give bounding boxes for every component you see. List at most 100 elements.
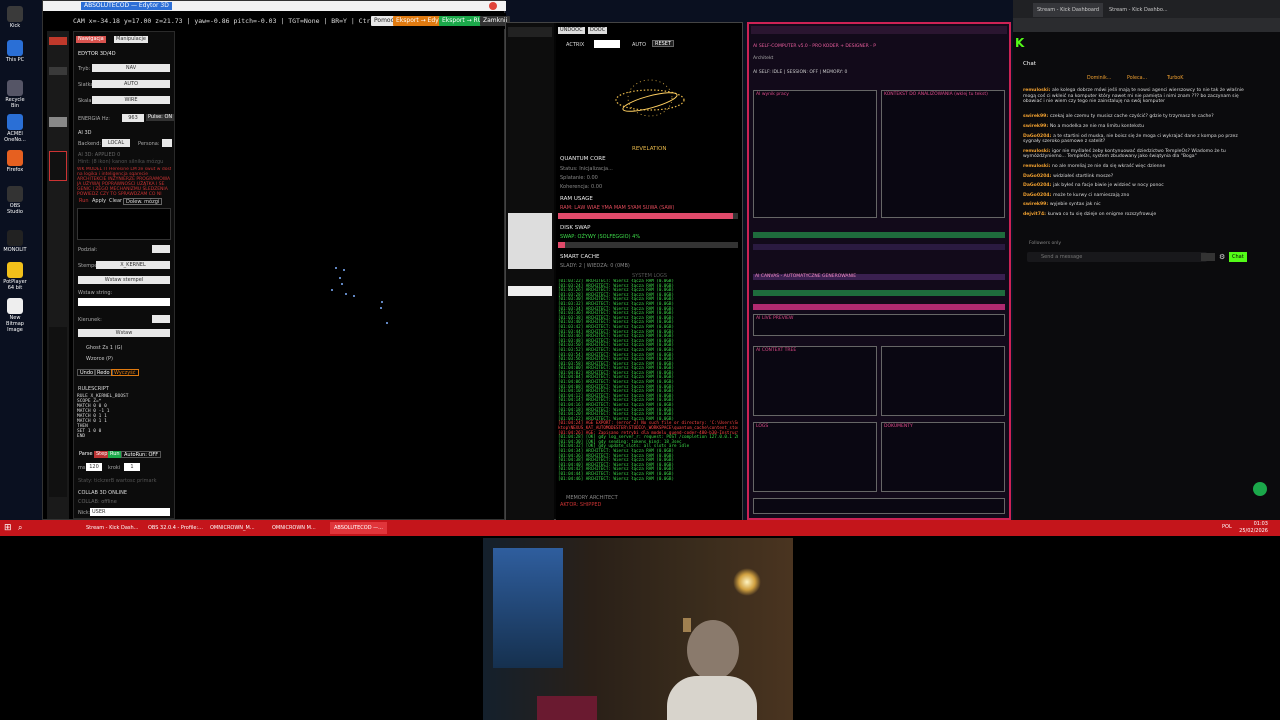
insert-string-label: Wstaw string: (78, 290, 113, 296)
autorun-toggle[interactable]: AutoRun: OFF (121, 451, 162, 458)
ai-apply-button[interactable]: Apply (90, 198, 108, 205)
search-icon[interactable]: ⌕ (18, 523, 22, 533)
direction-select[interactable] (152, 315, 170, 323)
tab-navigation[interactable]: Nawigacja (76, 36, 106, 43)
taskbar-item[interactable]: ABSOLUTECOD —... (330, 522, 387, 534)
send-chat-button[interactable]: Chat (1229, 252, 1247, 262)
desktop-icon[interactable]: Kick (2, 6, 28, 29)
ai-run-button[interactable]: Run (77, 198, 91, 205)
live-preview-panel[interactable]: AI LIVE PREVIEW (753, 314, 1005, 336)
chat-username[interactable]: swirek99: (1023, 202, 1050, 207)
run-button[interactable]: Run (108, 451, 122, 458)
close-icon[interactable] (489, 2, 497, 10)
desktop-icon[interactable]: Firefox (2, 150, 28, 173)
scale-select[interactable]: WIRE (92, 96, 170, 104)
ms-input[interactable]: 120 (86, 463, 102, 471)
backend-select[interactable]: LOCAL (102, 139, 130, 147)
actrix-checkbox[interactable]: ACTRIX (566, 42, 584, 48)
desktop-icon[interactable]: New Bitmap Image (2, 298, 28, 333)
side-tab-3[interactable] (49, 117, 67, 127)
side-tab-1[interactable] (49, 37, 67, 45)
quantum-coherence: Koherencja: 0.00 (560, 184, 603, 190)
ai-clear-button[interactable]: Clear (107, 198, 124, 205)
desktop-icon[interactable]: This PC (2, 40, 28, 63)
insert-button[interactable]: Wstaw (78, 329, 170, 337)
side-tree (49, 327, 67, 497)
start-icon[interactable]: ⊞ (4, 523, 12, 533)
right-panel-2[interactable] (881, 346, 1005, 416)
redo-button[interactable]: Redo (94, 369, 113, 376)
insert-string-input[interactable] (78, 298, 170, 306)
desktop-icon[interactable]: PotPlayer 64 bit (2, 262, 28, 291)
chat-username[interactable]: remuloski: (1023, 164, 1052, 169)
emote-button[interactable] (1201, 253, 1215, 261)
documents-panel[interactable]: DOKUMENTY (881, 422, 1005, 492)
auto-checkbox[interactable]: AUTO (632, 42, 646, 48)
browser-tab-2[interactable]: Stream - Kick Dashbo... (1105, 3, 1172, 17)
taskbar-item[interactable]: Stream - Kick Dash... (82, 522, 142, 534)
persona-select[interactable] (162, 139, 172, 147)
chat-input[interactable]: Send a message (1027, 252, 1207, 262)
taskbar-item[interactable]: OMNICROWN_M... (206, 522, 259, 534)
chat-message: swirek99: czekaj ale czemu ty musisz cac… (1023, 114, 1248, 120)
chat-tag-1[interactable]: Dominik... (1087, 76, 1111, 81)
address-bar[interactable] (1013, 18, 1280, 32)
tab-dooc[interactable]: DOOC (588, 27, 608, 34)
desktop-icon[interactable]: ACMEI OneNo... (2, 114, 28, 143)
chat-tag-2[interactable]: Poleca... (1127, 76, 1147, 81)
settings-icon[interactable]: ⚙ (1219, 253, 1227, 261)
tab-manipulation[interactable]: Manipulacje (114, 36, 148, 43)
chat-tag-3[interactable]: TurboK (1167, 76, 1183, 81)
split-input[interactable] (152, 245, 170, 253)
side-tab-2[interactable] (49, 67, 67, 75)
patterns-checkbox[interactable]: Wzorce (P) (86, 356, 113, 362)
ai-prompt-input[interactable] (77, 208, 171, 240)
actrix-input[interactable] (594, 40, 620, 48)
insert-stamp-button[interactable]: Wstaw stempel (78, 276, 170, 284)
desktop-icon[interactable]: MONOLIT (2, 230, 28, 253)
green-strip-2 (753, 290, 1005, 296)
chat-username[interactable]: DaGo0204: (1023, 134, 1053, 139)
stamp-select[interactable]: X_KERNEL (96, 261, 170, 269)
direction-label: Kierunek: (78, 317, 102, 323)
desktop-icon[interactable]: Recycle Bin (2, 80, 28, 109)
dashboard-input[interactable] (753, 498, 1005, 514)
energy-input[interactable]: 963 (122, 114, 144, 122)
chat-username[interactable]: DaGo0204: (1023, 193, 1053, 198)
ghost-checkbox[interactable]: Ghost Zs 1 (G) (86, 345, 122, 351)
chat-username[interactable]: swirek99: (1023, 124, 1050, 129)
mode-select[interactable]: NAV (92, 64, 170, 72)
disk-swap-line: SWAP: OŻYWY (SOLFEGGIO) 4% (560, 234, 641, 240)
nick-input[interactable]: USER (90, 508, 170, 516)
clear-button[interactable]: Wyczyść (111, 369, 139, 376)
chat-message: swirek99: wyjebie syntax jak nic (1023, 202, 1248, 208)
taskbar-item[interactable]: OMNICROWN M... (268, 522, 320, 534)
chat-username[interactable]: swirek99: (1023, 114, 1050, 119)
desktop-icon[interactable]: OBS Studio (2, 186, 28, 215)
context-tree-panel[interactable]: AI CONTEXT TREE (753, 346, 877, 416)
viewport-3d[interactable] (177, 31, 502, 519)
system-clock[interactable]: 01:03 25/02/2026 (1239, 521, 1268, 535)
reset-button[interactable]: RESET (652, 40, 675, 47)
assistant-icon[interactable] (1253, 482, 1267, 496)
chat-username[interactable]: remuloski: (1023, 88, 1052, 93)
editor-titlebar[interactable]: ABSOLUTECOD — Edytor 3D (43, 1, 506, 11)
tab-undooc[interactable]: UNDOOC (558, 27, 585, 34)
ai-feed-brain-button[interactable]: Dolew. mózgi (123, 198, 163, 205)
chat-username[interactable]: DaGo0204: (1023, 174, 1053, 179)
logs-panel[interactable]: LOGS (753, 422, 877, 492)
rulescript-editor[interactable]: RULE X_KERNEL_BOOST SCOPE Z=* MATCH 0 0 … (77, 394, 167, 444)
chat-username[interactable]: dejvit74: (1023, 212, 1048, 217)
kick-logo-icon[interactable]: K (1015, 36, 1024, 50)
steps-input[interactable]: 1 (124, 463, 140, 471)
browser-tab-1[interactable]: Stream - Kick Dashboard (1033, 3, 1104, 17)
pulse-toggle[interactable]: Pulse: ON (146, 114, 175, 121)
webcam-window-light (493, 548, 563, 668)
ai-output-panel[interactable]: AI wynik pracy (753, 90, 877, 218)
grid-select[interactable]: AUTO (92, 80, 170, 88)
chat-username[interactable]: DaGo0204: (1023, 183, 1053, 188)
taskbar-item[interactable]: OBS 32.0.4 - Profile:... (144, 522, 207, 534)
parse-button[interactable]: Parse (77, 451, 95, 458)
context-panel[interactable]: KONTEKST DO ANALIZOWANIA (wklej tu tekst… (881, 90, 1005, 218)
language-indicator[interactable]: POL (1222, 524, 1232, 530)
